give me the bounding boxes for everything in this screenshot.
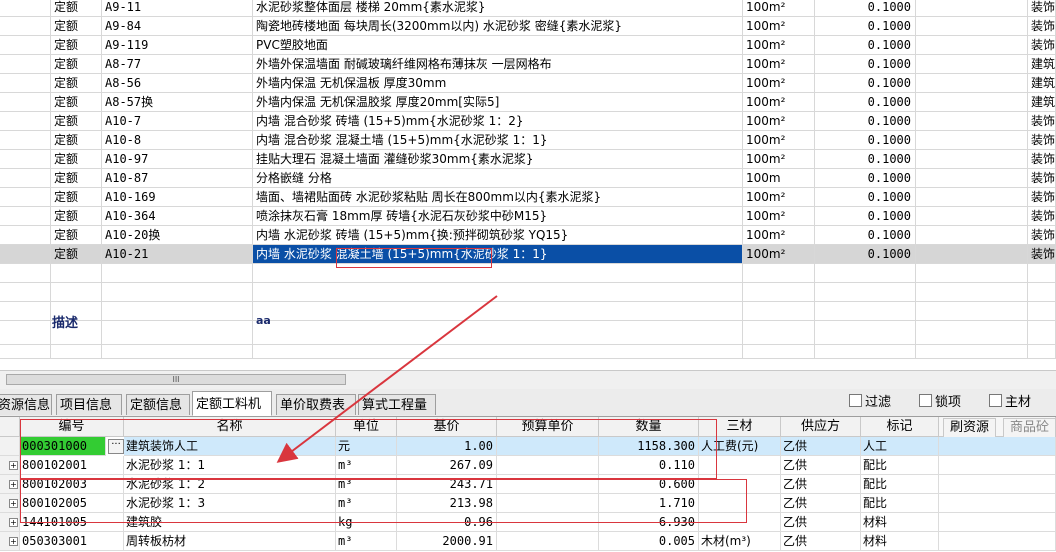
- annotation-arrow: [276, 295, 498, 463]
